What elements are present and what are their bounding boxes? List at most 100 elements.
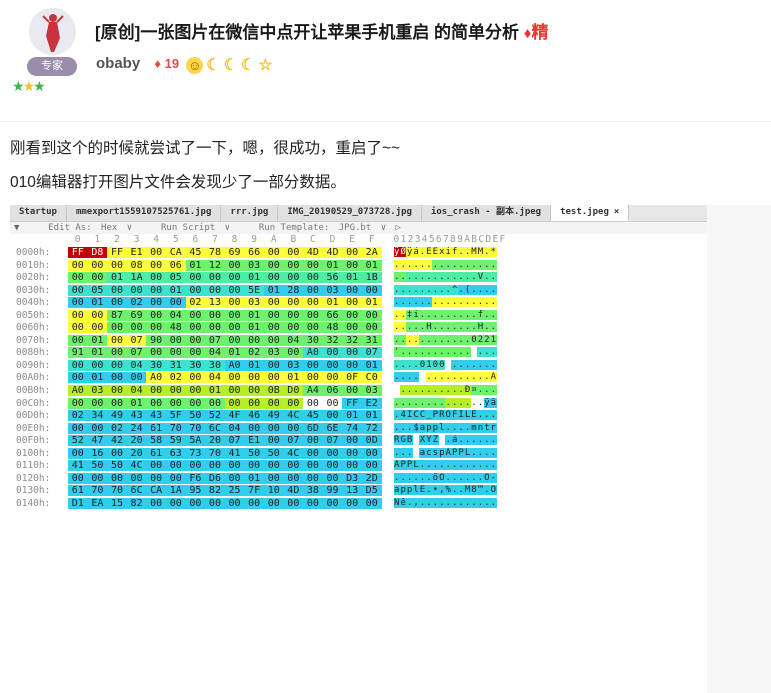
ascii-char[interactable]: . bbox=[490, 309, 497, 320]
hex-byte[interactable]: 00 bbox=[205, 497, 225, 509]
hex-byte[interactable]: 82 bbox=[205, 485, 225, 497]
hex-byte[interactable]: 6D bbox=[303, 422, 323, 434]
hex-byte[interactable]: 00 bbox=[244, 372, 264, 384]
hex-byte[interactable]: D6 bbox=[205, 472, 225, 484]
hex-byte[interactable]: 50 bbox=[107, 460, 127, 472]
hex-byte[interactable]: 00 bbox=[146, 259, 166, 271]
hex-byte[interactable]: 70 bbox=[107, 485, 127, 497]
chevron-down-icon[interactable]: ∨ bbox=[225, 223, 230, 233]
hex-byte[interactable]: 00 bbox=[283, 497, 304, 509]
hex-byte[interactable]: 03 bbox=[322, 284, 343, 296]
hex-byte[interactable]: 1B bbox=[361, 272, 382, 284]
ascii-char[interactable]: . bbox=[490, 460, 497, 471]
hex-byte[interactable]: 00 bbox=[185, 497, 206, 509]
hex-byte[interactable]: 69 bbox=[126, 309, 147, 321]
ascii-char[interactable]: r bbox=[490, 422, 497, 433]
hex-byte[interactable]: 41 bbox=[68, 460, 88, 472]
hex-byte[interactable]: 00 bbox=[322, 460, 343, 472]
ascii-char[interactable]: â bbox=[490, 397, 497, 408]
hex-byte[interactable]: 02 bbox=[126, 297, 147, 309]
hex-byte[interactable]: 00 bbox=[146, 460, 166, 472]
hex-byte[interactable]: 00 bbox=[165, 497, 186, 509]
hex-byte[interactable]: 00 bbox=[146, 272, 166, 284]
hex-byte[interactable]: 00 bbox=[283, 272, 304, 284]
hex-byte[interactable]: 46 bbox=[244, 410, 264, 422]
hex-byte[interactable]: 02 bbox=[165, 372, 186, 384]
hex-byte[interactable]: 45 bbox=[185, 247, 206, 258]
hex-byte[interactable]: 00 bbox=[263, 272, 284, 284]
hex-byte[interactable]: 52 bbox=[205, 410, 225, 422]
hex-byte[interactable]: 00 bbox=[283, 472, 304, 484]
hex-byte[interactable]: 01 bbox=[283, 372, 304, 384]
hex-byte[interactable]: 07 bbox=[283, 435, 304, 447]
hex-byte[interactable]: 06 bbox=[165, 259, 186, 271]
hex-byte[interactable]: 00 bbox=[224, 259, 245, 271]
hex-byte[interactable]: 6E bbox=[322, 422, 343, 434]
hex-byte[interactable]: 04 bbox=[165, 309, 186, 321]
hex-byte[interactable]: 01 bbox=[87, 372, 108, 384]
hex-byte[interactable]: 50 bbox=[244, 447, 264, 459]
hex-byte[interactable]: 00 bbox=[68, 447, 88, 459]
hex-byte[interactable]: 31 bbox=[361, 334, 382, 346]
hex-byte[interactable]: 1A bbox=[126, 272, 147, 284]
ascii-char[interactable]: . bbox=[490, 435, 497, 446]
ascii-char[interactable]: B bbox=[406, 435, 413, 446]
hex-byte[interactable]: A0 bbox=[68, 385, 88, 397]
hex-byte[interactable]: 01 bbox=[263, 284, 284, 296]
hex-byte[interactable]: 01 bbox=[342, 272, 362, 284]
hex-byte[interactable]: 00 bbox=[107, 385, 127, 397]
hex-byte[interactable]: 00 bbox=[263, 334, 284, 346]
hex-byte[interactable]: 63 bbox=[165, 447, 186, 459]
hex-byte[interactable]: 00 bbox=[87, 322, 108, 334]
run-play-icon[interactable]: ▷ bbox=[396, 223, 401, 233]
hex-byte[interactable]: 04 bbox=[205, 347, 225, 359]
hex-byte[interactable]: 00 bbox=[361, 460, 382, 472]
hex-byte[interactable]: 70 bbox=[165, 422, 186, 434]
hex-byte[interactable]: 01 bbox=[87, 347, 108, 359]
hex-byte[interactable]: 50 bbox=[263, 447, 284, 459]
ascii-char[interactable]: . bbox=[490, 297, 497, 308]
run-script-label[interactable]: Run Script bbox=[161, 223, 215, 233]
hex-byte[interactable]: 00 bbox=[107, 347, 127, 359]
username-link[interactable]: obaby bbox=[96, 55, 140, 72]
hex-byte[interactable]: 0B bbox=[263, 385, 284, 397]
hex-byte[interactable]: 00 bbox=[146, 385, 166, 397]
hex-byte[interactable]: 00 bbox=[263, 322, 284, 334]
hex-byte[interactable]: 48 bbox=[165, 322, 186, 334]
hex-byte[interactable]: FF bbox=[107, 247, 127, 258]
hex-byte[interactable]: 4C bbox=[126, 460, 147, 472]
hex-byte[interactable]: 24 bbox=[126, 422, 147, 434]
hex-byte[interactable]: 03 bbox=[263, 347, 284, 359]
hex-byte[interactable]: 00 bbox=[283, 247, 304, 258]
hex-byte[interactable]: 04 bbox=[283, 334, 304, 346]
hex-byte[interactable]: 00 bbox=[185, 272, 206, 284]
tab-img-20190529-073728-jpg[interactable]: IMG_20190529_073728.jpg bbox=[278, 205, 422, 221]
hex-byte[interactable]: FF bbox=[342, 397, 362, 409]
hex-byte[interactable]: 01 bbox=[205, 385, 225, 397]
hex-byte[interactable]: 20 bbox=[126, 447, 147, 459]
hex-byte[interactable]: 00 bbox=[244, 334, 264, 346]
hex-byte[interactable]: 00 bbox=[107, 334, 127, 346]
hex-byte[interactable]: E1 bbox=[244, 435, 264, 447]
hex-byte[interactable]: 34 bbox=[87, 410, 108, 422]
hex-byte[interactable]: 01 bbox=[87, 297, 108, 309]
hex-byte[interactable]: 00 bbox=[224, 372, 245, 384]
hex-byte[interactable]: 56 bbox=[322, 272, 343, 284]
hex-byte[interactable]: 00 bbox=[87, 472, 108, 484]
ascii-char[interactable]: À bbox=[490, 372, 497, 383]
hex-byte[interactable]: 07 bbox=[322, 435, 343, 447]
hex-byte[interactable]: 00 bbox=[205, 284, 225, 296]
hex-byte[interactable]: 00 bbox=[244, 460, 264, 472]
hex-byte[interactable]: 06 bbox=[322, 385, 343, 397]
hex-byte[interactable]: 00 bbox=[205, 272, 225, 284]
ascii-char[interactable]: . bbox=[490, 284, 497, 295]
hex-byte[interactable]: 00 bbox=[68, 297, 88, 309]
hex-byte[interactable]: 00 bbox=[263, 259, 284, 271]
hex-byte[interactable]: 00 bbox=[303, 309, 323, 321]
hex-byte[interactable]: A0 bbox=[303, 347, 323, 359]
hex-byte[interactable]: 00 bbox=[146, 309, 166, 321]
hex-byte[interactable]: 01 bbox=[322, 297, 343, 309]
hex-byte[interactable]: 00 bbox=[303, 372, 323, 384]
hex-byte[interactable]: 00 bbox=[107, 372, 127, 384]
hex-byte[interactable]: D5 bbox=[361, 485, 382, 497]
